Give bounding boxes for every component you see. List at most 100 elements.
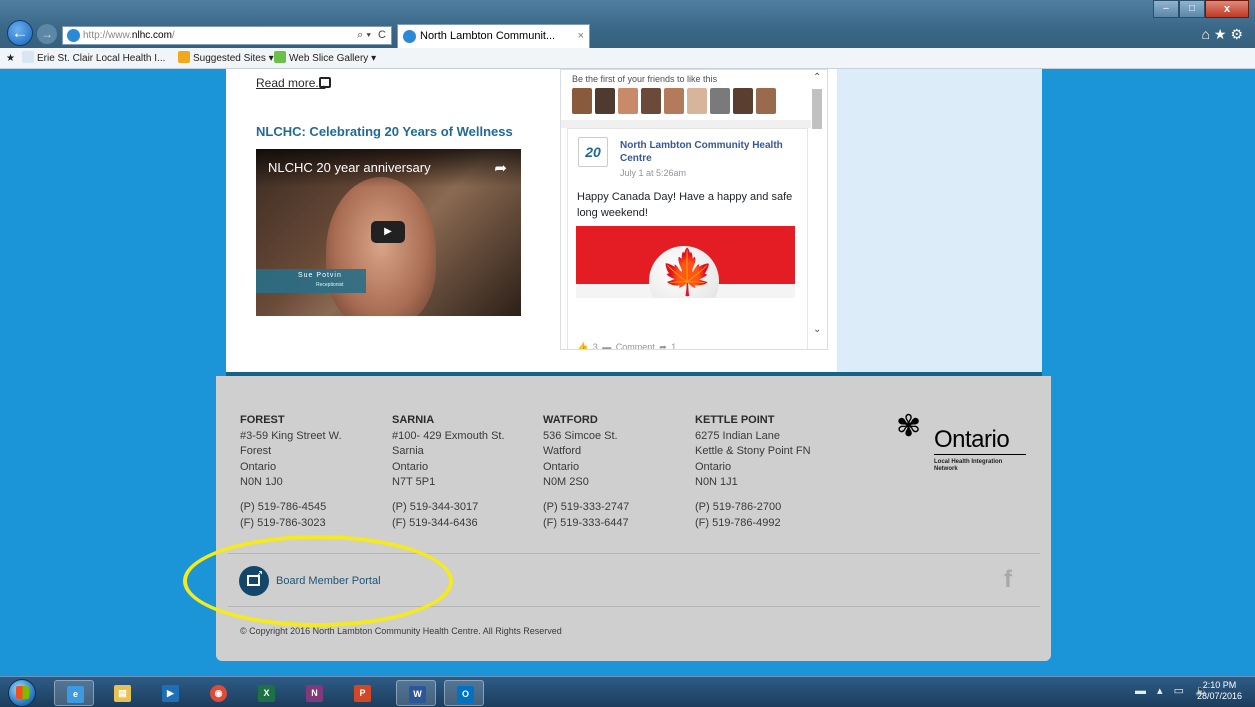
location-watford: WATFORD 536 Simcoe St. Watford Ontario N… (543, 413, 629, 531)
back-button[interactable]: ← (7, 20, 33, 46)
taskbar-word[interactable]: W (396, 680, 436, 706)
favorites-bar: ★ Erie St. Clair Local Health I... Sugge… (0, 48, 1255, 69)
friend-avatar[interactable] (687, 88, 707, 114)
facebook-page-name[interactable]: North Lambton Community Health Centre (620, 139, 800, 165)
location-name: WATFORD (543, 414, 598, 426)
location-postal: N0N 1J1 (695, 476, 738, 489)
trillium-icon: ✾ (896, 410, 922, 443)
browser-tab[interactable]: North Lambton Communit... × (397, 24, 590, 48)
facebook-widget-scrollbar[interactable]: ⌃ ⌄ (811, 72, 825, 350)
location-fax: (F) 519-786-4992 (695, 516, 781, 529)
location-name: FOREST (240, 414, 285, 426)
home-favorites-tools-icons[interactable]: ⌂★⚙ (1201, 26, 1247, 43)
friend-avatar[interactable] (618, 88, 638, 114)
scrollbar-thumb[interactable] (812, 89, 822, 129)
copyright-text: © Copyright 2016 North Lambton Community… (240, 626, 562, 636)
scroll-up-icon[interactable]: ⌃ (813, 72, 821, 83)
search-icon[interactable]: ⌕ ▾ (357, 27, 371, 44)
location-forest: FOREST #3-59 King Street W. Forest Ontar… (240, 413, 342, 531)
video-thumbnail-person (326, 177, 436, 316)
taskbar-powerpoint[interactable]: P (342, 680, 382, 706)
play-button[interactable]: ▶ (371, 221, 405, 243)
tab-close-icon[interactable]: × (578, 25, 584, 47)
favorite-label: Erie St. Clair Local Health I... (37, 53, 166, 64)
location-phone: (P) 519-333-2747 (543, 500, 630, 513)
location-city: Sarnia (392, 445, 424, 458)
taskbar-excel[interactable]: X (246, 680, 286, 706)
location-address: 536 Simcoe St. (543, 429, 618, 442)
address-suffix: / (171, 30, 175, 41)
friend-avatar[interactable] (710, 88, 730, 114)
youtube-video-player[interactable]: NLCHC 20 year anniversary ➦ ▶ Sue Potvin… (256, 149, 521, 316)
taskbar-chrome[interactable]: ◉ (198, 680, 238, 706)
address-prefix: http://www. (83, 30, 132, 41)
logo-underline (934, 454, 1026, 455)
taskbar-ie[interactable]: e (54, 680, 94, 706)
refresh-icon[interactable]: C (378, 27, 386, 44)
read-more-link[interactable]: Read more... (256, 76, 325, 90)
bing-icon (178, 51, 190, 63)
post-actions[interactable]: 👍 3 ▬ Comment ➦ 1 (577, 342, 676, 349)
friend-avatar[interactable] (572, 88, 592, 114)
location-province: Ontario (392, 460, 429, 473)
favorite-item-erie[interactable]: Erie St. Clair Local Health I... (22, 48, 165, 69)
ontario-wordmark: Ontario (934, 426, 1010, 453)
canada-day-image[interactable]: 🍁 (576, 226, 795, 298)
word-icon: W (409, 686, 426, 703)
video-person-name: Sue Potvin (298, 272, 342, 279)
location-kettle-point: KETTLE POINT 6275 Indian Lane Kettle & S… (695, 413, 811, 531)
location-postal: N0N 1J0 (240, 476, 283, 489)
taskbar-clock[interactable]: 2:10 PM 28/07/2016 (1197, 680, 1242, 702)
location-phone: (P) 519-786-4545 (240, 500, 327, 513)
friend-avatar[interactable] (641, 88, 661, 114)
maximize-button[interactable]: □ (1179, 0, 1205, 18)
location-province: Ontario (240, 460, 277, 473)
taskbar-onenote[interactable]: N (294, 680, 334, 706)
location-sarnia: SARNIA #100- 429 Exmouth St. Sarnia Onta… (392, 413, 505, 531)
excel-icon: X (258, 685, 275, 702)
ie-page-icon (67, 29, 80, 42)
share-icon[interactable]: ➦ (494, 159, 507, 177)
media-player-icon: ▶ (162, 685, 179, 702)
facebook-icon[interactable]: f (1004, 566, 1012, 594)
print-icon[interactable] (319, 77, 331, 88)
favorite-item-suggested-sites[interactable]: Suggested Sites ▾ (178, 48, 274, 69)
right-sidebar-panel (837, 69, 1042, 374)
maple-leaf-icon: 🍁 (660, 248, 715, 297)
page-icon (22, 51, 34, 63)
location-fax: (F) 519-786-3023 (240, 516, 326, 529)
location-phone: (P) 519-344-3017 (392, 500, 479, 513)
address-bar[interactable]: http://www.nlhc.com/ ⌕ ▾ C (62, 26, 392, 45)
close-button[interactable]: x (1205, 0, 1249, 18)
favorites-star-icon[interactable]: ★ (6, 48, 15, 69)
nlchc-logo[interactable]: 20 (578, 137, 608, 167)
start-button[interactable] (8, 679, 36, 707)
location-name: KETTLE POINT (695, 414, 775, 426)
folder-icon: ▤ (114, 685, 131, 702)
forward-button[interactable]: → (37, 24, 57, 44)
taskbar-explorer[interactable]: ▤ (102, 680, 142, 706)
post-timestamp[interactable]: July 1 at 5:26am (620, 168, 686, 178)
yellow-highlight-annotation (183, 535, 453, 627)
location-city: Forest (240, 445, 272, 458)
friend-avatar[interactable] (664, 88, 684, 114)
location-address: #3-59 King Street W. (240, 429, 342, 442)
browser-title-bar: ← → http://www.nlhc.com/ ⌕ ▾ C North Lam… (0, 0, 1255, 48)
video-title[interactable]: NLCHC 20 year anniversary (268, 160, 431, 175)
friend-avatar[interactable] (756, 88, 776, 114)
ontario-lhin-logo[interactable]: ✾ Ontario Local Health Integration Netwo… (896, 410, 1036, 480)
taskbar-media[interactable]: ▶ (150, 680, 190, 706)
friend-avatar[interactable] (733, 88, 753, 114)
taskbar-outlook[interactable]: O (444, 680, 484, 706)
lhin-subtitle: Local Health Integration Network (934, 459, 1002, 473)
friend-avatar[interactable] (595, 88, 615, 114)
location-city: Watford (543, 445, 582, 458)
onenote-icon: N (306, 685, 323, 702)
favorite-item-web-slice-gallery[interactable]: Web Slice Gallery ▾ (274, 48, 376, 69)
minimize-button[interactable]: – (1153, 0, 1179, 18)
scroll-down-icon[interactable]: ⌄ (813, 324, 821, 335)
location-city: Kettle & Stony Point FN (695, 445, 811, 458)
